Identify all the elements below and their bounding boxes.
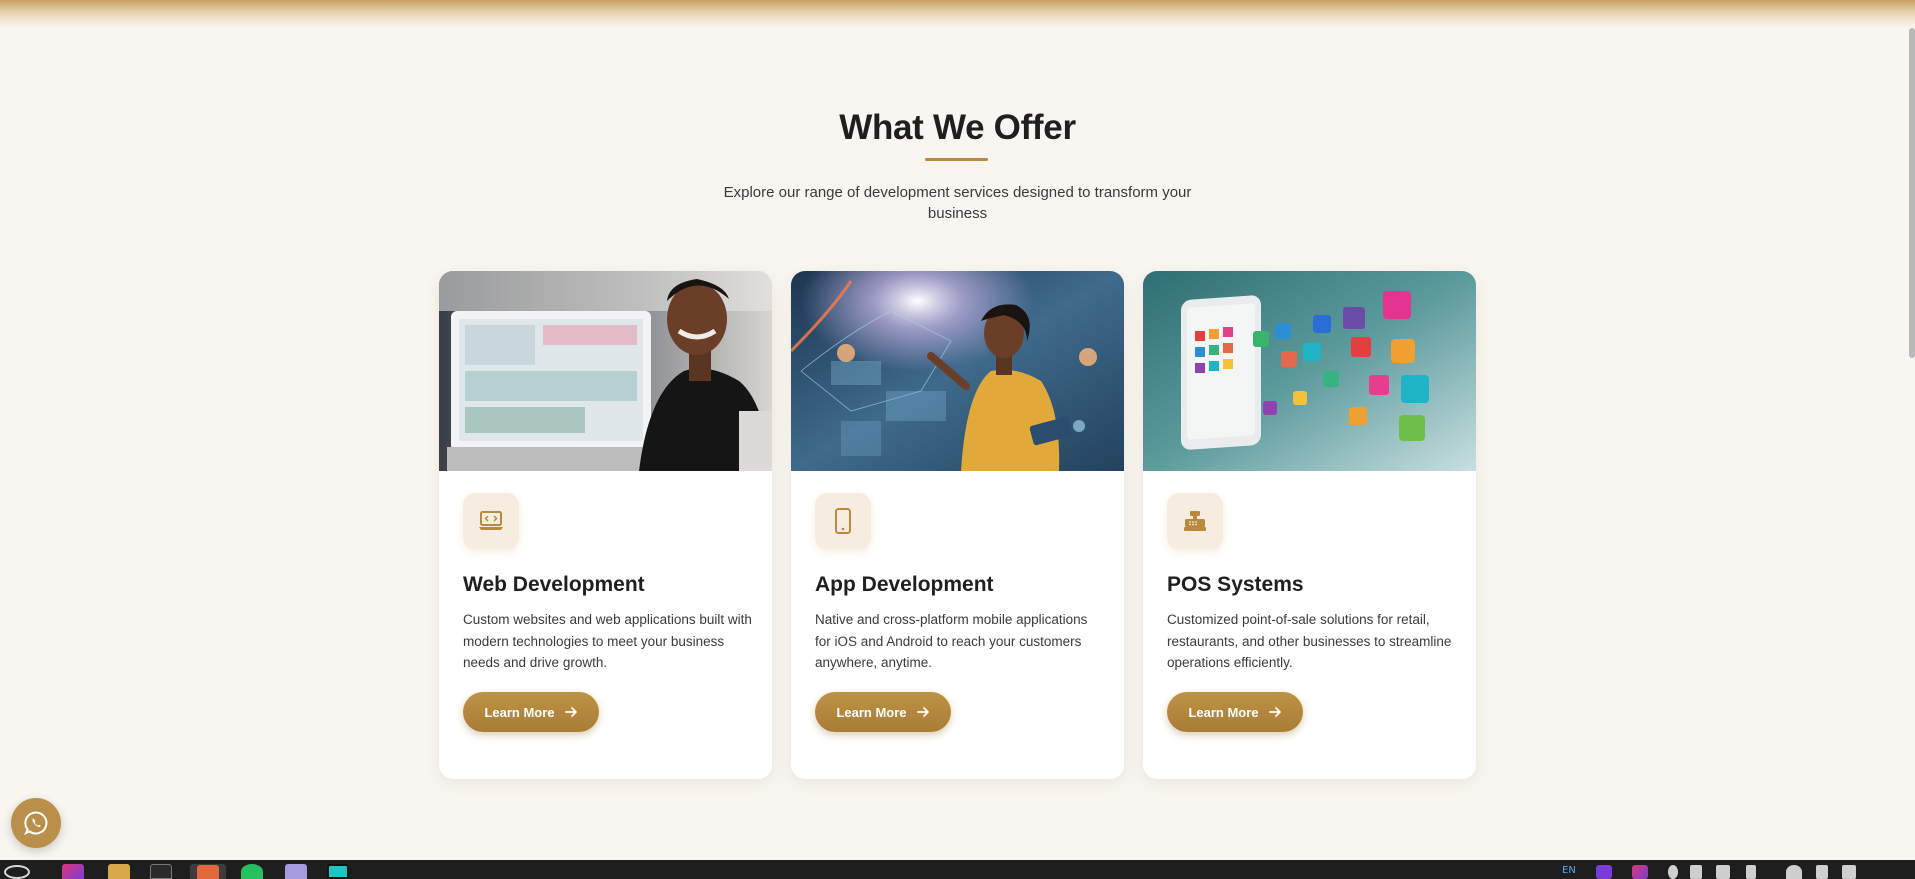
service-card-web-development: Web Development Custom websites and web … — [439, 271, 772, 779]
learn-more-button-app-development[interactable]: Learn More — [815, 692, 951, 732]
section-subtitle: Explore our range of development service… — [723, 184, 1192, 222]
card-image-web-development — [439, 271, 772, 471]
terminal-icon[interactable] — [150, 864, 172, 879]
start-icon[interactable] — [4, 865, 30, 879]
tray-battery-icon[interactable] — [1746, 865, 1756, 879]
learn-more-button-web-development[interactable]: Learn More — [463, 692, 599, 732]
card-icon-tile — [815, 493, 871, 549]
card-description: Custom websites and web applications bui… — [463, 612, 752, 670]
scrollbar-thumb[interactable] — [1909, 28, 1915, 358]
header-bar-edge — [0, 0, 1915, 28]
arrow-right-icon — [564, 707, 577, 717]
learn-more-label: Learn More — [484, 704, 555, 720]
active-app-highlight[interactable] — [190, 864, 226, 879]
card-icon-tile — [1167, 493, 1223, 549]
learn-more-button-pos-systems[interactable]: Learn More — [1167, 692, 1303, 732]
cash-register-icon — [1184, 511, 1206, 531]
tray-app-icon[interactable] — [1596, 865, 1612, 879]
tray-clipboard-icon[interactable] — [1690, 865, 1702, 879]
learn-more-label: Learn More — [1188, 704, 1259, 720]
whatsapp-icon[interactable] — [241, 864, 263, 879]
arrow-right-icon — [1268, 707, 1281, 717]
jetbrains-icon[interactable] — [62, 864, 84, 879]
page-scrollbar[interactable] — [1909, 28, 1915, 860]
service-card-pos-systems: POS Systems Customized point-of-sale sol… — [1143, 271, 1476, 779]
mobile-phone-icon — [835, 508, 851, 534]
learn-more-label: Learn More — [836, 704, 907, 720]
arrow-right-icon — [916, 707, 929, 717]
card-description: Customized point-of-sale solutions for r… — [1167, 612, 1452, 670]
pycharm-icon[interactable] — [327, 864, 349, 879]
tray-wifi-icon[interactable] — [1786, 865, 1802, 879]
card-description: Native and cross-platform mobile applica… — [815, 612, 1088, 670]
tray-volume-icon[interactable] — [1816, 865, 1828, 879]
tray-power-icon[interactable] — [1842, 865, 1856, 879]
tray-jetbrains-icon[interactable] — [1632, 865, 1648, 879]
card-icon-tile — [463, 493, 519, 549]
app-icon — [197, 865, 219, 879]
chat-icon[interactable] — [285, 864, 307, 879]
tray-status-icon[interactable] — [1668, 865, 1678, 879]
card-image-app-development — [791, 271, 1124, 471]
laptop-code-icon — [479, 511, 503, 530]
title-underline — [925, 158, 988, 161]
keyboard-language[interactable]: EN — [1562, 865, 1576, 879]
section-title: What We Offer — [839, 108, 1076, 147]
card-image-pos-systems — [1143, 271, 1476, 471]
os-taskbar: EN — [0, 860, 1915, 879]
card-title: App Development — [815, 573, 994, 596]
card-title: POS Systems — [1167, 573, 1304, 596]
whatsapp-chat-button[interactable] — [11, 798, 61, 848]
file-manager-icon[interactable] — [108, 864, 130, 879]
service-card-app-development: App Development Native and cross-platfor… — [791, 271, 1124, 779]
whatsapp-icon — [23, 811, 48, 836]
card-title: Web Development — [463, 573, 645, 596]
tray-network-icon[interactable] — [1716, 865, 1730, 879]
